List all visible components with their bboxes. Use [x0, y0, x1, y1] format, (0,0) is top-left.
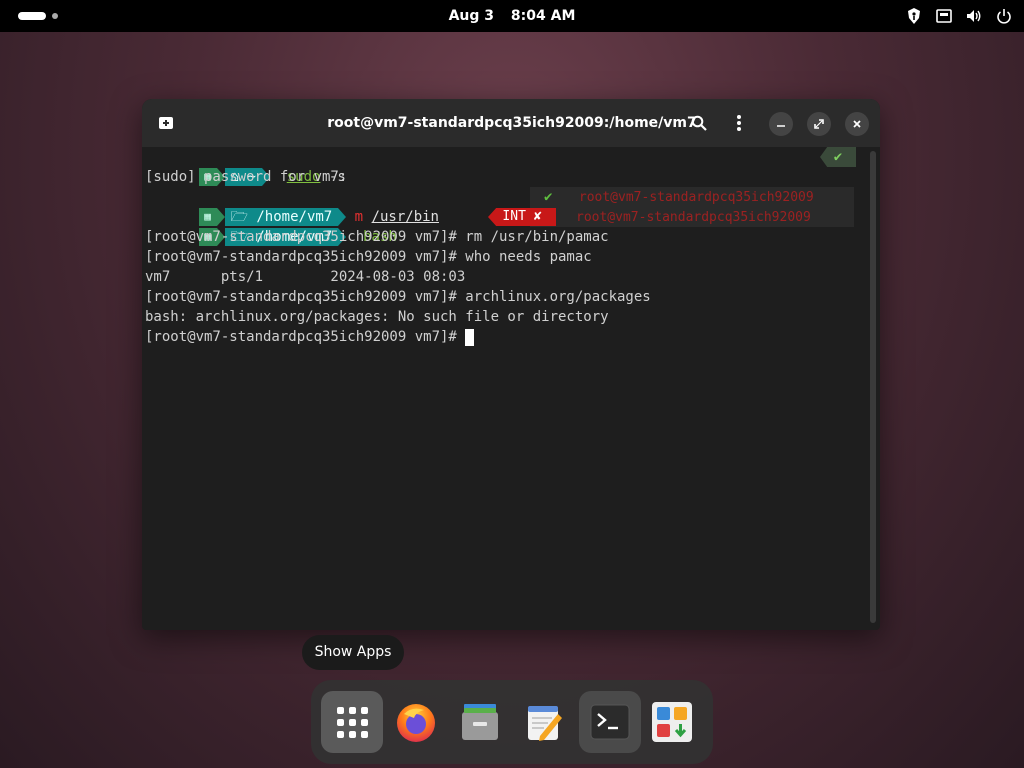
menu-button[interactable] — [728, 112, 750, 134]
show-apps-button[interactable] — [321, 691, 383, 753]
power-icon[interactable] — [996, 8, 1012, 24]
terminal-dock-item[interactable] — [579, 691, 641, 753]
output-line: [root@vm7-standardpcq35ich92009 vm7]# ar… — [145, 289, 651, 305]
terminal-headerbar[interactable]: root@vm7-standardpcq35ich92009:/home/vm7 — [142, 99, 880, 147]
minimize-icon — [777, 125, 785, 127]
terminal-content[interactable]: ▦ ⌂ ~ sudo -s ✔ [sudo] password for vm7: … — [142, 147, 866, 630]
output-line: [sudo] password for vm7: — [145, 169, 348, 185]
close-icon — [853, 120, 861, 128]
files-dock-item[interactable] — [449, 691, 511, 753]
window-title: root@vm7-standardpcq35ich92009:/home/vm7 — [327, 115, 697, 131]
show-apps-tooltip: Show Apps — [302, 635, 404, 670]
dock — [311, 680, 713, 764]
volume-icon[interactable] — [966, 8, 982, 24]
system-tray[interactable] — [906, 0, 1012, 32]
search-icon — [691, 115, 707, 131]
clock-time: 8:04 AM — [510, 8, 576, 24]
status-ok-mark: ✔ — [544, 189, 553, 205]
scrollbar[interactable] — [870, 151, 876, 623]
file-cabinet-icon — [462, 704, 498, 740]
current-prompt-line[interactable]: [root@vm7-standardpcq35ich92009 vm7]# — [145, 327, 475, 347]
new-tab-icon — [159, 117, 173, 129]
minimize-button[interactable] — [769, 112, 793, 136]
prompt-text: [root@vm7-standardpcq35ich92009 vm7]# — [145, 329, 466, 345]
firefox-dock-item[interactable] — [385, 691, 447, 753]
clock[interactable]: Aug 3 8:04 AM — [0, 0, 1024, 32]
right-prompt-1: ✔ root@vm7-standardpcq35ich92009 — [530, 187, 854, 207]
status-int-badge: INT ✘ — [488, 208, 556, 226]
network-icon[interactable] — [936, 8, 952, 24]
terminal-window[interactable]: root@vm7-standardpcq35ich92009:/home/vm7… — [142, 99, 880, 630]
kebab-menu-icon — [737, 115, 741, 131]
prompt-line-1: ▦ ⌂ ~ sudo -s — [145, 147, 346, 186]
firefox-icon — [397, 704, 435, 742]
new-tab-button[interactable] — [156, 113, 176, 133]
top-bar: Aug 3 8:04 AM — [0, 0, 1024, 32]
right-prompt-2: root@vm7-standardpcq35ich92009 — [530, 207, 854, 227]
prompt-line-3: ▦ 🗁 /home/vm7 bash — [145, 207, 397, 246]
clock-date: Aug 3 — [448, 8, 495, 24]
maximize-button[interactable] — [807, 112, 831, 136]
search-button[interactable] — [688, 112, 710, 134]
app-grid-icon — [336, 706, 368, 738]
software-store-icon — [652, 702, 692, 742]
prompt-line-2: ▦ 🗁 /home/vm7 m /usr/bin — [145, 187, 439, 226]
terminal-icon — [590, 704, 630, 740]
accessibility-icon[interactable] — [906, 8, 922, 24]
output-line: [root@vm7-standardpcq35ich92009 vm7]# wh… — [145, 249, 592, 265]
right-prompt-text: root@vm7-standardpcq35ich92009 — [578, 190, 814, 205]
text-editor-dock-item[interactable] — [513, 691, 575, 753]
right-prompt-text: root@vm7-standardpcq35ich92009 — [576, 210, 811, 225]
software-dock-item[interactable] — [641, 691, 703, 753]
output-line: vm7 pts/1 2024-08-03 08:03 — [145, 269, 466, 285]
close-button[interactable] — [845, 112, 869, 136]
restore-icon — [814, 119, 824, 129]
output-line: [root@vm7-standardpcq35ich92009 vm7]# rm… — [145, 229, 609, 245]
text-editor-icon — [528, 706, 562, 741]
output-line: bash: archlinux.org/packages: No such fi… — [145, 309, 609, 325]
text-cursor — [465, 328, 475, 346]
status-ok-badge: ✔ — [820, 147, 856, 167]
